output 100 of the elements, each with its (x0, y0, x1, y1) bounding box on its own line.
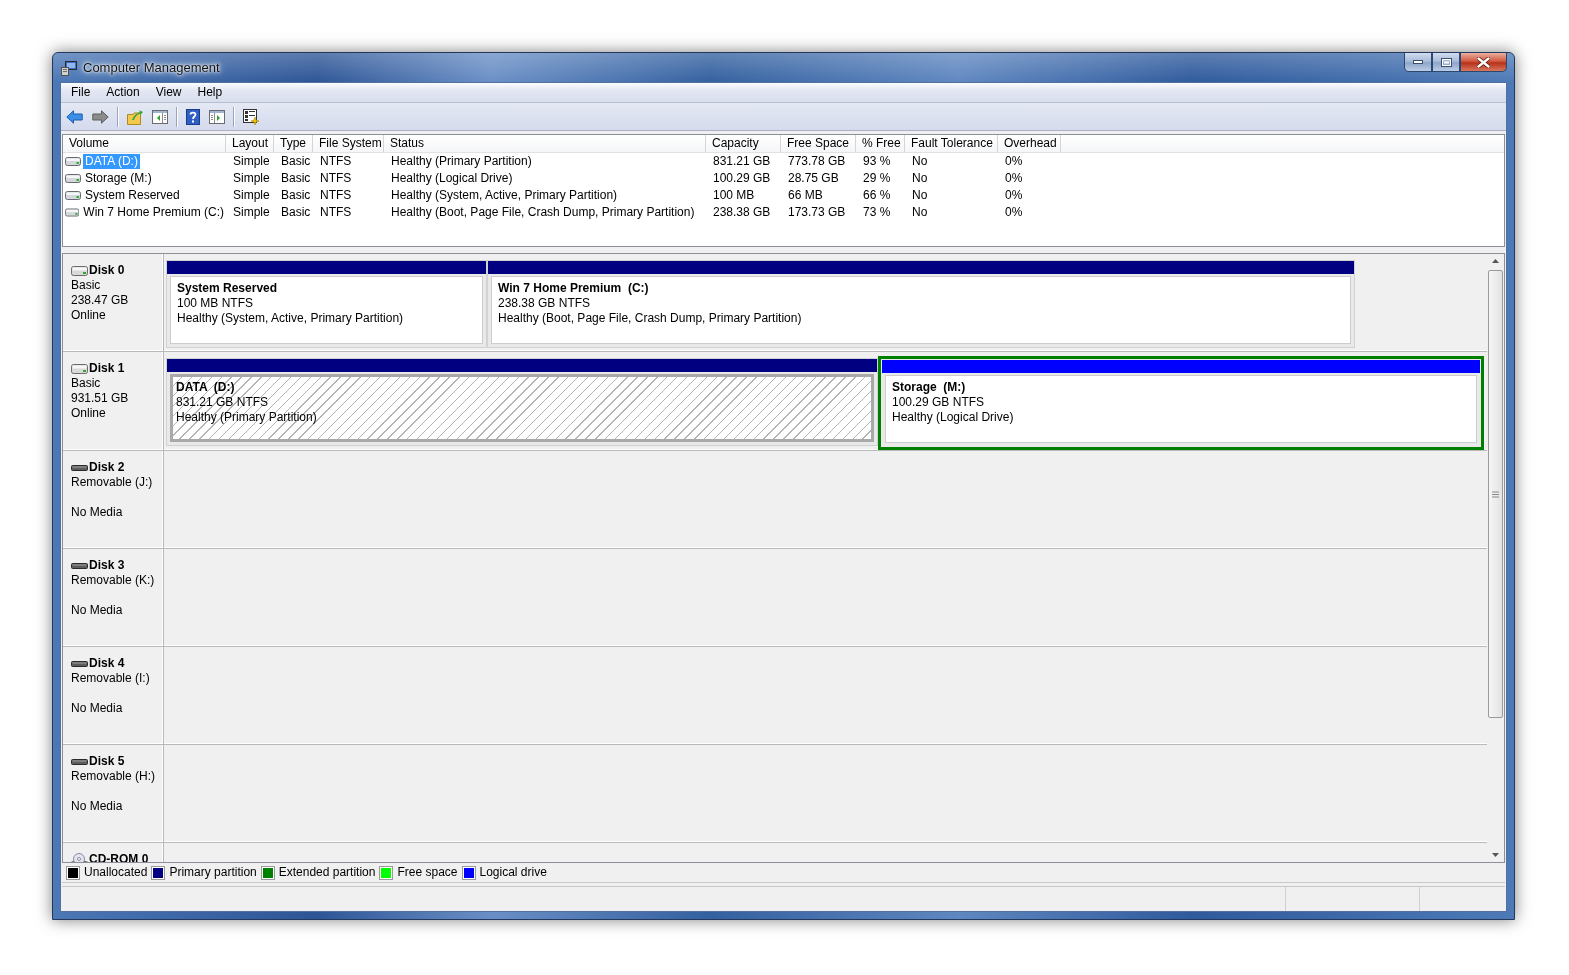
table-cell-text: Simple (232, 204, 271, 221)
disk-type: Removable (I:) (71, 671, 151, 686)
minimize-button[interactable] (1404, 53, 1432, 72)
disk-state: No Media (71, 603, 124, 618)
table-cell-text: NTFS (319, 170, 353, 187)
table-cell-text: NTFS (319, 153, 353, 170)
partition-name: Win 7 Home Premium (C:) (498, 281, 649, 296)
column-header[interactable]: Type (274, 135, 313, 152)
partition-body[interactable]: DATA (D:) 831.21 GB NTFS Healthy (Primary Partition) (170, 374, 874, 442)
drive-icon (65, 191, 81, 200)
partition-block[interactable]: Storage (M:) 100.29 GB NTFS Healthy (Logical Drive) (878, 356, 1484, 450)
drive-icon (65, 174, 81, 183)
disk-size: 238.47 GB (71, 293, 130, 308)
disk-name[interactable]: Disk 3 (89, 558, 125, 573)
table-cell-text: 93 % (862, 153, 892, 170)
column-header[interactable]: Status (384, 135, 706, 152)
table-cell-text: No (911, 170, 929, 187)
disk-state: Online (71, 406, 107, 421)
partition-name: DATA (D:) (176, 380, 235, 395)
volume-name[interactable]: System Reserved (83, 188, 182, 203)
disk-name[interactable]: Disk 4 (89, 656, 125, 671)
partition-size: 238.38 GB NTFS (498, 296, 591, 311)
table-cell-text: 0% (1004, 187, 1024, 204)
table-cell-text: 66 % (862, 187, 892, 204)
disk-state: No Media (71, 505, 124, 520)
computer-icon (61, 59, 77, 76)
volume-name[interactable]: Storage (M:) (83, 171, 154, 186)
table-cell-text: 29 % (862, 170, 892, 187)
table-cell-text: 173.73 GB (787, 204, 847, 221)
close-icon (1477, 56, 1490, 68)
disk-name[interactable]: Disk 1 (89, 361, 125, 376)
partition-body[interactable]: System Reserved 100 MB NTFS Healthy (System, Active, Primary Partition) (170, 276, 483, 344)
table-cell-text: Healthy (Logical Drive) (390, 170, 514, 187)
table-cell-text: Basic (280, 204, 312, 221)
column-header[interactable]: Volume (63, 135, 226, 152)
column-header[interactable]: File System (313, 135, 384, 152)
table-cell-text: No (911, 187, 929, 204)
disk-name[interactable]: Disk 2 (89, 460, 125, 475)
partition-size: 831.21 GB NTFS (176, 395, 269, 410)
partition-body[interactable]: Storage (M:) 100.29 GB NTFS Healthy (Logical Drive) (885, 375, 1477, 443)
column-header[interactable]: % Free (856, 135, 905, 152)
menu-item[interactable]: Action (98, 83, 148, 102)
disk-type: Removable (H:) (71, 769, 157, 784)
column-header[interactable]: Overhead (998, 135, 1061, 152)
partition-block[interactable]: Win 7 Home Premium (C:) 238.38 GB NTFS Healthy (Boot, Page File, Crash Dump, Primary Partition) (487, 260, 1355, 348)
minimize-icon (1413, 60, 1423, 64)
column-header[interactable]: Capacity (706, 135, 781, 152)
disk-type: Removable (J:) (71, 475, 154, 490)
column-header[interactable]: Fault Tolerance (905, 135, 998, 152)
table-cell-text: 0% (1004, 204, 1024, 221)
disk-size: 931.51 GB (71, 391, 130, 406)
table-cell-text: 100.29 GB (712, 170, 772, 187)
table-cell-text: Healthy (Primary Partition) (390, 153, 533, 170)
menu-item[interactable]: Help (189, 83, 231, 102)
table-cell-text: NTFS (319, 187, 353, 204)
legend-label: Logical drive (479, 865, 547, 880)
legend-label: Extended partition (278, 865, 376, 880)
partition-block[interactable]: System Reserved 100 MB NTFS Healthy (System, Active, Primary Partition) (166, 260, 487, 348)
drive-icon (65, 157, 81, 166)
table-cell-text: 73 % (862, 204, 892, 221)
maximize-icon (1440, 57, 1452, 67)
menu-item[interactable]: File (63, 83, 99, 102)
drive-icon (65, 208, 80, 217)
table-cell-text: 0% (1004, 170, 1024, 187)
partition-status: Healthy (Primary Partition) (176, 410, 317, 425)
legend-label: Unallocated (84, 865, 148, 880)
triangle-up-icon (1492, 259, 1499, 263)
window-title: Computer Management (83, 60, 220, 75)
table-cell-text: 238.38 GB (712, 204, 772, 221)
table-cell-text: Basic (280, 187, 312, 204)
grip-icon (1492, 490, 1499, 498)
table-cell-text: 0% (1004, 153, 1024, 170)
volume-name[interactable]: Win 7 Home Premium (C:) (81, 205, 226, 220)
table-cell-text: Healthy (System, Active, Primary Partition) (390, 187, 619, 204)
disk-state: Online (71, 308, 107, 323)
partition-status: Healthy (Boot, Page File, Crash Dump, Primary Partition) (498, 311, 802, 326)
table-cell-text: 66 MB (787, 187, 824, 204)
partition-name: System Reserved (177, 281, 278, 296)
disk-state: No Media (71, 701, 124, 716)
scrollbar-thumb[interactable] (1488, 270, 1503, 718)
table-cell-text: Healthy (Boot, Page File, Crash Dump, Primary Partition) (390, 204, 696, 221)
table-cell-text: Simple (232, 187, 271, 204)
partition-status: Healthy (System, Active, Primary Partition) (177, 311, 404, 326)
disk-name[interactable]: Disk 0 (89, 263, 125, 278)
table-cell-text: Basic (280, 170, 312, 187)
partition-block[interactable]: DATA (D:) 831.21 GB NTFS Healthy (Primary Partition) (166, 358, 878, 446)
table-cell-text: 773.78 GB (787, 153, 847, 170)
legend-label: Primary partition (169, 865, 257, 880)
column-header[interactable]: Layout (226, 135, 274, 152)
disk-type: Basic (71, 278, 102, 293)
column-header[interactable]: Free Space (781, 135, 856, 152)
partition-size: 100 MB NTFS (177, 296, 254, 311)
close-button[interactable] (1460, 53, 1507, 72)
menu-item[interactable]: View (147, 83, 190, 102)
legend-label: Free space (397, 865, 458, 880)
disk-name[interactable]: Disk 5 (89, 754, 125, 769)
maximize-button[interactable] (1432, 53, 1460, 72)
partition-status: Healthy (Logical Drive) (892, 410, 1014, 425)
partition-body[interactable]: Win 7 Home Premium (C:) 238.38 GB NTFS Healthy (Boot, Page File, Crash Dump, Primary Partition) (491, 276, 1351, 344)
table-cell-text: 831.21 GB (712, 153, 772, 170)
